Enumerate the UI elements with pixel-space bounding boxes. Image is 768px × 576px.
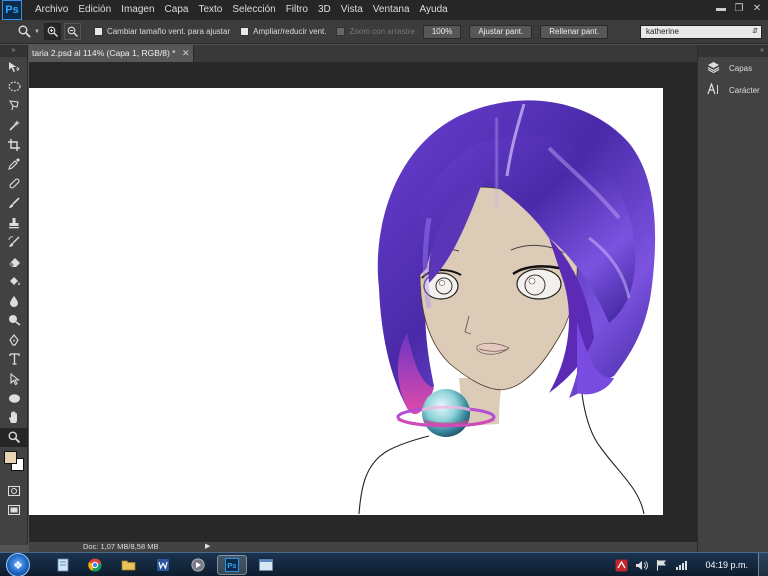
panel-collapse-icon[interactable]: »	[0, 45, 27, 57]
path-selection-tool-icon[interactable]	[0, 369, 28, 389]
panel-layers[interactable]: Capas	[698, 57, 768, 79]
clone-stamp-tool-icon[interactable]	[0, 213, 28, 233]
shape-tool-icon[interactable]	[0, 389, 28, 409]
layers-icon	[707, 61, 721, 76]
workspace-select[interactable]: katherine ⇵	[640, 25, 762, 39]
dodge-tool-icon[interactable]	[0, 311, 28, 331]
character-icon	[707, 81, 721, 98]
history-brush-tool-icon[interactable]	[0, 233, 28, 253]
close-tab-icon[interactable]: ✕	[182, 45, 190, 62]
window-app-icon[interactable]	[251, 555, 281, 575]
menu-filtro[interactable]: Filtro	[281, 0, 313, 20]
foreground-color-swatch[interactable]	[4, 451, 17, 464]
collapsed-panels: « Capas Carácter	[697, 45, 768, 552]
menu-imagen[interactable]: Imagen	[116, 0, 159, 20]
minimize-icon[interactable]: ▬	[714, 2, 728, 15]
eyedropper-tool-icon[interactable]	[0, 155, 28, 175]
window-controls: ▬ ❐ ✕	[714, 2, 764, 15]
resize-windows-label: Cambiar tamaño vent. para ajustar	[106, 27, 231, 36]
screen-mode-icon[interactable]	[0, 501, 28, 521]
show-desktop-button[interactable]	[758, 553, 768, 576]
folder-icon[interactable]	[113, 555, 143, 575]
actual-pixels-button[interactable]: 100%	[422, 24, 462, 39]
brush-tool-icon[interactable]	[0, 194, 28, 214]
panel-character-label: Carácter	[729, 85, 760, 95]
healing-brush-tool-icon[interactable]	[0, 174, 28, 194]
canvas-area[interactable]	[29, 62, 697, 542]
status-zoom-field[interactable]	[29, 542, 77, 552]
move-tool-icon[interactable]	[0, 57, 28, 77]
scrubby-zoom-label: Zoom con arrastre	[349, 27, 415, 36]
document-tab-bar: taria 2.psd al 114% (Capa 1, RGB/8) * ✕	[29, 45, 697, 62]
photoshop-taskbar-icon[interactable]: Ps	[217, 555, 247, 575]
menu-vista[interactable]: Vista	[336, 0, 368, 20]
menu-archivo[interactable]: Archivo	[30, 0, 73, 20]
document-size-status: Doc: 1,07 MB/8,58 MB	[83, 542, 159, 551]
document-tab-title: taria 2.psd al 114% (Capa 1, RGB/8) *	[32, 48, 176, 58]
document-tab[interactable]: taria 2.psd al 114% (Capa 1, RGB/8) * ✕	[29, 45, 195, 62]
photoshop-logo-icon: Ps	[2, 0, 22, 20]
quick-mask-icon[interactable]	[0, 481, 28, 501]
resize-windows-checkbox[interactable]	[93, 27, 103, 36]
color-swatches	[0, 447, 27, 481]
network-icon[interactable]	[673, 557, 689, 573]
word-icon[interactable]	[148, 555, 178, 575]
marquee-tool-icon[interactable]	[0, 77, 28, 97]
svg-text:Ps: Ps	[227, 561, 236, 570]
menu-3d[interactable]: 3D	[313, 0, 336, 20]
lasso-tool-icon[interactable]	[0, 96, 28, 116]
options-bar: ▼ Cambiar tamaño vent. para ajustar Ampl…	[0, 20, 768, 44]
explorer-doc-icon[interactable]	[48, 555, 78, 575]
zoom-in-icon[interactable]	[43, 23, 61, 40]
panel-expand-icon[interactable]: «	[698, 45, 768, 57]
panel-layers-label: Capas	[729, 63, 753, 73]
artwork-illustration	[358, 100, 656, 515]
restore-icon[interactable]: ❐	[732, 2, 746, 15]
scrubby-zoom-checkbox[interactable]	[336, 27, 346, 36]
tools-panel: »	[0, 45, 28, 545]
chevron-down-icon[interactable]: ▼	[34, 29, 40, 35]
menu-bar: Ps Archivo Edición Imagen Capa Texto Sel…	[0, 0, 768, 20]
close-icon[interactable]: ✕	[750, 2, 764, 15]
chevron-updown-icon: ⇵	[752, 28, 758, 35]
document-canvas[interactable]	[29, 88, 663, 515]
zoom-out-icon[interactable]	[63, 23, 81, 40]
type-tool-icon[interactable]	[0, 350, 28, 370]
photoshop-window: Ps Archivo Edición Imagen Capa Texto Sel…	[0, 0, 768, 576]
windows-taskbar: ❖ Ps 04:19 p.m.	[0, 552, 768, 576]
panel-character[interactable]: Carácter	[698, 79, 768, 101]
chevron-right-icon[interactable]: ▶	[205, 542, 210, 552]
zoom-all-windows-checkbox[interactable]	[240, 27, 250, 36]
status-bar: Doc: 1,07 MB/8,58 MB ▶	[29, 542, 697, 552]
workspace-select-value: katherine	[646, 27, 679, 36]
taskbar-clock[interactable]: 04:19 p.m.	[705, 560, 748, 570]
magic-wand-tool-icon[interactable]	[0, 116, 28, 136]
windows-start-icon[interactable]: ❖	[6, 553, 30, 576]
menu-edicion[interactable]: Edición	[73, 0, 116, 20]
fit-screen-button[interactable]: Ajustar pant.	[469, 24, 533, 39]
zoom-tool-icon[interactable]	[0, 427, 28, 447]
menu-ventana[interactable]: Ventana	[368, 0, 415, 20]
media-player-icon[interactable]	[183, 555, 213, 575]
menu-capa[interactable]: Capa	[160, 0, 194, 20]
chrome-icon[interactable]	[80, 555, 110, 575]
action-center-flag-icon[interactable]	[653, 557, 669, 573]
menu-seleccion[interactable]: Selección	[227, 0, 280, 20]
paint-bucket-tool-icon[interactable]	[0, 272, 28, 292]
fill-screen-button[interactable]: Rellenar pant.	[540, 24, 609, 39]
crop-tool-icon[interactable]	[0, 135, 28, 155]
hand-tool-icon[interactable]	[0, 408, 28, 428]
menu-texto[interactable]: Texto	[193, 0, 227, 20]
blur-tool-icon[interactable]	[0, 291, 28, 311]
antivirus-icon[interactable]	[613, 557, 629, 573]
volume-icon[interactable]	[633, 557, 649, 573]
menu-ayuda[interactable]: Ayuda	[415, 0, 453, 20]
system-tray: 04:19 p.m.	[611, 553, 768, 576]
zoom-all-windows-label: Ampliar/reducir vent.	[253, 27, 327, 36]
eraser-tool-icon[interactable]	[0, 252, 28, 272]
pen-tool-icon[interactable]	[0, 330, 28, 350]
